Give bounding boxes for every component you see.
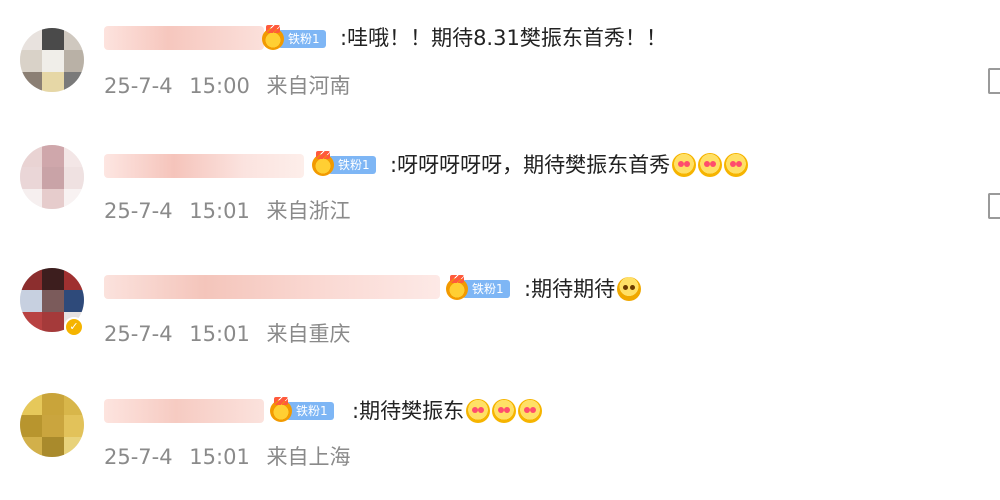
avatar-pixel bbox=[20, 145, 42, 167]
comment-meta: 25-7-4 15:01 来自上海 bbox=[104, 441, 361, 471]
avatar-pixel bbox=[64, 189, 84, 209]
comment-item: 铁粉1 :呀呀呀呀呀，期待樊振东首秀 25-7-4 15:01 来自浙江 bbox=[0, 125, 1000, 250]
comment-item: ✓ 铁粉1 :期待期待 25-7-4 15:01 来自重庆 bbox=[0, 250, 1000, 375]
comment-meta: 25-7-4 15:01 来自重庆 bbox=[104, 318, 361, 348]
avatar-pixel bbox=[64, 50, 84, 72]
comment-item: 铁粉1 :期待樊振东 25-7-4 15:01 来自上海 bbox=[0, 375, 1000, 500]
avatar-pixel bbox=[64, 393, 84, 415]
comment-text: :期待樊振东 bbox=[352, 398, 543, 424]
comment-text: :哇哦！！期待8.31樊振东首秀！！ bbox=[340, 26, 667, 50]
crown-icon bbox=[262, 25, 284, 50]
avatar-pixel bbox=[20, 28, 42, 50]
avatar-pixel bbox=[42, 50, 64, 72]
avatar-pixel bbox=[42, 145, 64, 167]
avatar[interactable] bbox=[20, 145, 84, 209]
comment-date: 25-7-4 bbox=[104, 74, 173, 98]
avatar-pixel bbox=[42, 437, 64, 457]
comment-location: 来自重庆 bbox=[266, 322, 351, 346]
avatar-pixel bbox=[42, 72, 64, 92]
avatar-pixel bbox=[42, 290, 64, 312]
comment-time: 15:00 bbox=[189, 74, 250, 98]
comment-location: 来自河南 bbox=[266, 74, 351, 98]
hearts-face-icon bbox=[466, 399, 491, 423]
avatar-pixel bbox=[20, 167, 42, 189]
avatar-pixel bbox=[42, 28, 64, 50]
avatar[interactable] bbox=[20, 28, 84, 92]
avatar-pixel bbox=[20, 312, 42, 332]
comment-time: 15:01 bbox=[189, 445, 250, 469]
username[interactable] bbox=[104, 275, 440, 299]
avatar-pixel bbox=[64, 437, 84, 457]
fan-badge[interactable]: 铁粉1 bbox=[270, 397, 334, 422]
comment-meta: 25-7-4 15:01 来自浙江 bbox=[104, 195, 361, 225]
fan-badge-label: 铁粉1 bbox=[328, 156, 376, 174]
comment-date: 25-7-4 bbox=[104, 322, 173, 346]
crown-icon bbox=[312, 151, 334, 176]
fan-badge-label: 铁粉1 bbox=[286, 402, 334, 420]
avatar-pixel bbox=[20, 415, 42, 437]
fan-badge[interactable]: 铁粉1 bbox=[262, 25, 326, 50]
verified-icon: ✓ bbox=[64, 317, 84, 337]
comment-location: 来自浙江 bbox=[266, 199, 351, 223]
avatar-pixel bbox=[20, 290, 42, 312]
hearts-face-icon bbox=[492, 399, 517, 423]
avatar-pixel bbox=[64, 145, 84, 167]
avatar-pixel bbox=[64, 415, 84, 437]
avatar-pixel bbox=[20, 50, 42, 72]
avatar-pixel bbox=[64, 167, 84, 189]
avatar-pixel bbox=[64, 28, 84, 50]
avatar-pixel bbox=[64, 268, 84, 290]
more-icon[interactable] bbox=[988, 68, 1000, 94]
hearts-face-icon bbox=[518, 399, 543, 423]
avatar-pixel bbox=[64, 290, 84, 312]
comment-meta: 25-7-4 15:00 来自河南 bbox=[104, 70, 361, 100]
comment-location: 来自上海 bbox=[266, 445, 351, 469]
username[interactable] bbox=[104, 154, 304, 178]
avatar-pixel bbox=[42, 189, 64, 209]
comment-date: 25-7-4 bbox=[104, 199, 173, 223]
username[interactable] bbox=[104, 399, 264, 423]
fan-badge[interactable]: 铁粉1 bbox=[312, 151, 376, 176]
fan-badge[interactable]: 铁粉1 bbox=[446, 275, 510, 300]
avatar-pixel bbox=[20, 393, 42, 415]
comment-text: :呀呀呀呀呀，期待樊振东首秀 bbox=[390, 152, 749, 178]
avatar-pixel bbox=[42, 312, 64, 332]
avatar[interactable] bbox=[20, 393, 84, 457]
avatar-pixel bbox=[20, 437, 42, 457]
comment-time: 15:01 bbox=[189, 199, 250, 223]
hearts-face-icon bbox=[698, 153, 723, 177]
comment-date: 25-7-4 bbox=[104, 445, 173, 469]
comment-time: 15:01 bbox=[189, 322, 250, 346]
hearts-face-icon bbox=[724, 153, 749, 177]
avatar-pixel bbox=[42, 167, 64, 189]
pray-face-icon bbox=[617, 277, 642, 301]
hearts-face-icon bbox=[672, 153, 697, 177]
avatar-pixel bbox=[64, 72, 84, 92]
avatar-pixel bbox=[20, 189, 42, 209]
avatar-pixel bbox=[42, 393, 64, 415]
avatar-pixel bbox=[20, 72, 42, 92]
avatar-pixel bbox=[42, 415, 64, 437]
fan-badge-label: 铁粉1 bbox=[462, 280, 510, 298]
username[interactable] bbox=[104, 26, 264, 50]
more-icon[interactable] bbox=[988, 193, 1000, 219]
avatar-pixel bbox=[42, 268, 64, 290]
crown-icon bbox=[270, 397, 292, 422]
fan-badge-label: 铁粉1 bbox=[278, 30, 326, 48]
comment-text: :期待期待 bbox=[524, 276, 642, 302]
crown-icon bbox=[446, 275, 468, 300]
avatar-pixel bbox=[20, 268, 42, 290]
comment-item: 铁粉1 :哇哦！！期待8.31樊振东首秀！！ 25-7-4 15:00 来自河南 bbox=[0, 0, 1000, 125]
